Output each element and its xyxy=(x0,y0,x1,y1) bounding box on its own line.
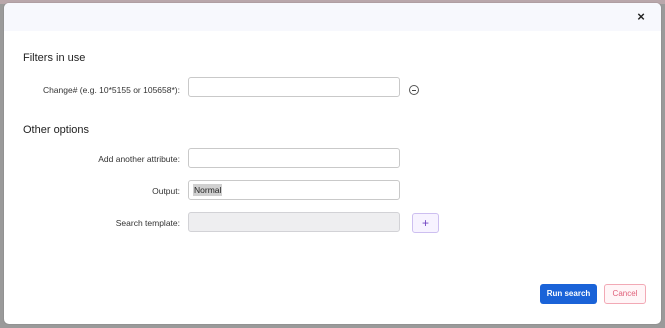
add-template-button[interactable]: + xyxy=(412,213,439,233)
close-button[interactable]: × xyxy=(634,10,648,24)
add-attribute-label: Add another attribute: xyxy=(98,154,180,164)
change-number-input[interactable] xyxy=(188,77,400,97)
remove-filter-icon[interactable] xyxy=(409,85,419,95)
search-template-field[interactable] xyxy=(188,212,400,232)
filters-in-use-heading: Filters in use xyxy=(23,52,86,64)
output-field[interactable]: Normal xyxy=(188,180,400,200)
dialog-header: × xyxy=(4,3,661,31)
change-number-label: Change# (e.g. 10*5155 or 105658*): xyxy=(42,85,180,95)
cancel-button[interactable]: Cancel xyxy=(604,284,646,304)
search-template-label: Search template: xyxy=(115,218,180,228)
add-attribute-input[interactable] xyxy=(188,148,400,168)
run-search-button[interactable]: Run search xyxy=(540,284,597,304)
output-label: Output: xyxy=(152,186,180,196)
output-value: Normal xyxy=(193,184,223,196)
search-dialog: × Filters in use Change# (e.g. 10*5155 o… xyxy=(4,3,661,324)
other-options-heading: Other options xyxy=(23,124,90,136)
plus-icon: + xyxy=(421,216,429,230)
